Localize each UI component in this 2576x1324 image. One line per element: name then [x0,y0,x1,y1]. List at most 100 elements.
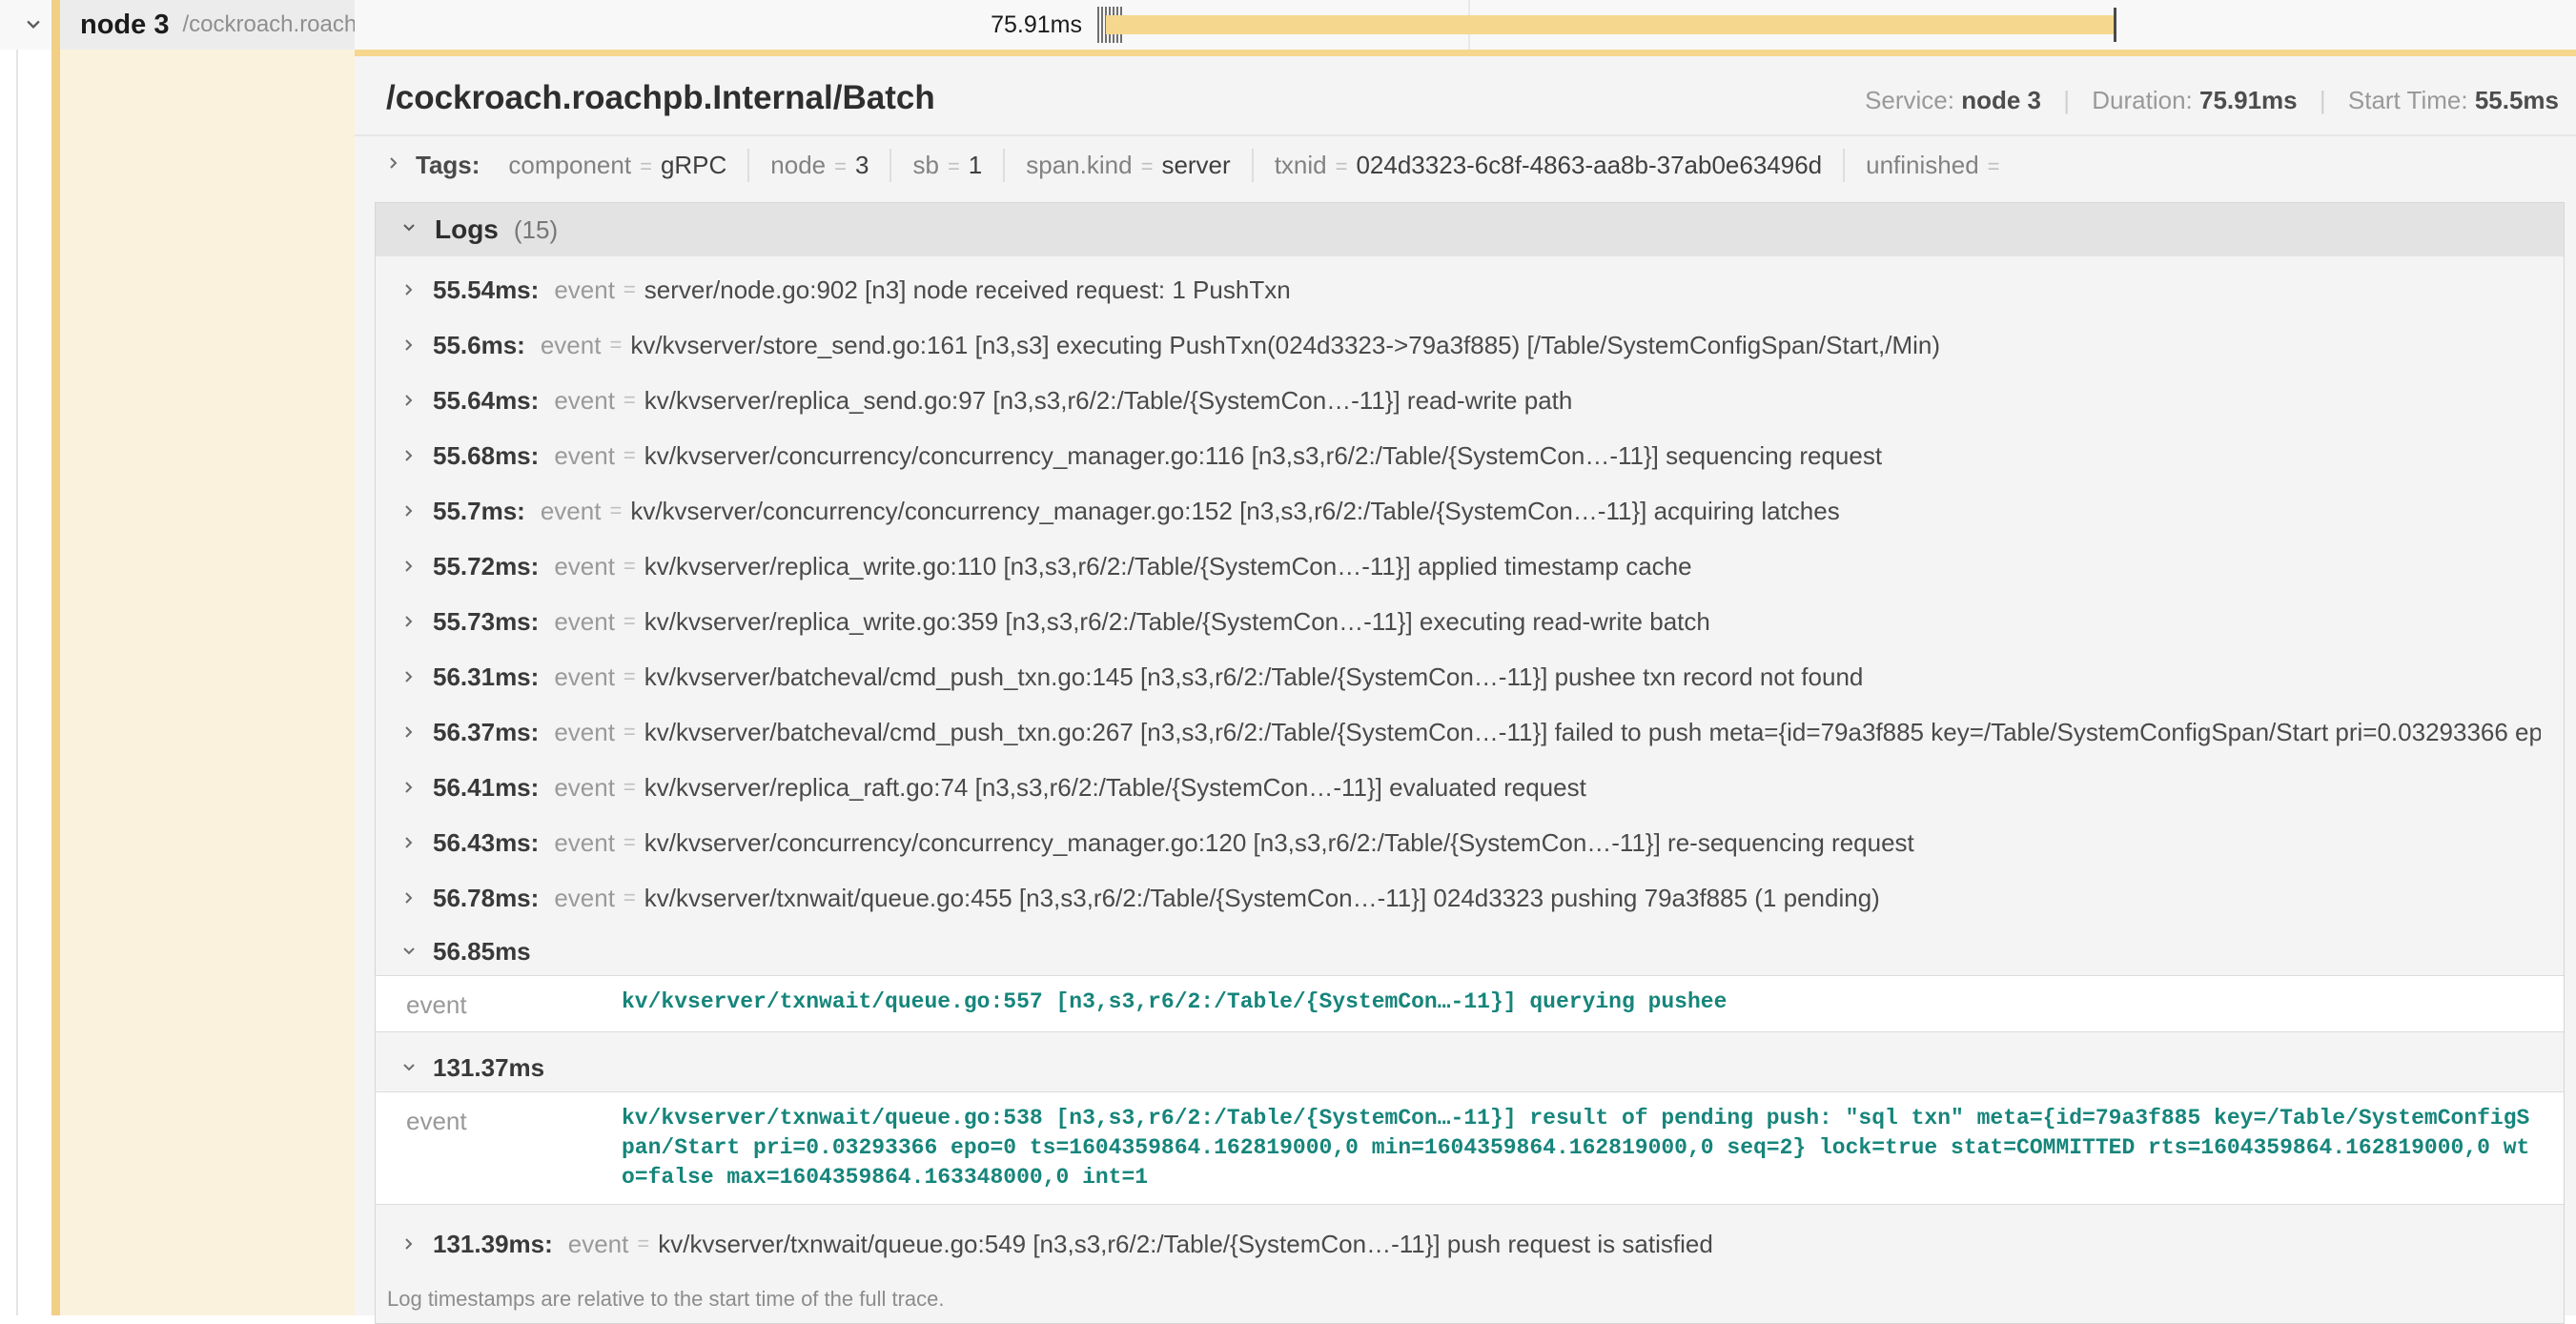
tag-key: txnid [1275,151,1327,179]
log-entry-expanded-header[interactable]: 131.37ms [376,1044,2564,1091]
log-entry-row[interactable]: 56.43ms:event=kv/kvserver/concurrency/co… [376,815,2564,870]
log-field-key: event [554,773,615,803]
log-timestamp: 56.85ms [433,937,531,967]
log-field-key: event [554,828,615,858]
chevron-down-icon[interactable] [399,217,419,243]
log-entry-row[interactable]: 56.37ms:event=kv/kvserver/batcheval/cmd_… [376,704,2564,760]
chevron-right-icon[interactable] [399,279,419,300]
log-entry-row[interactable]: 55.68ms:event=kv/kvserver/concurrency/co… [376,428,2564,483]
span-color-stripe [51,0,60,1315]
tag-key: node [770,151,826,179]
log-entries-list: 55.54ms:event=server/node.go:902 [n3] no… [376,256,2564,1272]
span-operation-name: /cockroach.roach… [182,11,355,38]
log-entry-row[interactable]: 131.39ms:event=kv/kvserver/txnwait/queue… [376,1216,2564,1272]
log-timestamp: 55.73ms: [433,607,539,637]
equals-sign: = [609,333,622,357]
chevron-right-icon[interactable] [383,151,404,180]
log-entry-row[interactable]: 55.54ms:event=server/node.go:902 [n3] no… [376,262,2564,317]
span-service-name: node 3 [80,10,169,41]
tag-key: sb [912,151,938,179]
log-timestamp: 55.68ms: [433,441,539,471]
log-entry-row[interactable]: 56.31ms:event=kv/kvserver/batcheval/cmd_… [376,649,2564,704]
chevron-right-icon[interactable] [399,556,419,577]
span-duration-label: 75.91ms [887,0,1082,50]
start-time-value: 55.5ms [2475,86,2559,114]
tag-item: component=gRPC [487,149,747,182]
log-entry-detail-panel: eventkv/kvserver/txnwait/queue.go:538 [n… [376,1091,2564,1205]
chevron-right-icon[interactable] [399,777,419,798]
equals-sign: = [948,154,960,178]
equals-sign: = [834,154,847,178]
chevron-right-icon[interactable] [399,445,419,466]
duration-label: Duration: [2092,86,2193,114]
log-field-key: event [554,275,615,305]
log-timestamp: 131.39ms: [433,1230,553,1259]
log-field-value: kv/kvserver/replica_write.go:110 [n3,s3,… [644,552,1692,581]
log-entry-row[interactable]: 55.7ms:event=kv/kvserver/concurrency/con… [376,483,2564,539]
chevron-down-icon[interactable] [399,941,419,962]
chevron-right-icon[interactable] [399,1233,419,1254]
chevron-down-icon[interactable] [21,12,46,42]
chevron-right-icon[interactable] [399,722,419,743]
tag-key: component [508,151,631,179]
log-field-value: server/node.go:902 [n3] node received re… [644,275,1291,305]
chevron-right-icon[interactable] [399,335,419,356]
equals-sign: = [624,443,636,468]
start-time-label: Start Time: [2348,86,2468,114]
span-row[interactable]: node 3 /cockroach.roach… 75.91ms [0,0,2576,50]
chevron-right-icon[interactable] [399,500,419,521]
log-timestamp: 131.37ms [433,1053,544,1083]
equals-sign: = [624,775,636,800]
equals-sign: = [1141,154,1154,178]
log-entry-row[interactable]: 55.72ms:event=kv/kvserver/replica_write.… [376,539,2564,594]
log-entry-row[interactable]: 56.41ms:event=kv/kvserver/replica_raft.g… [376,760,2564,815]
tags-list: component=gRPCnode=3sb=1span.kind=server… [487,149,2029,182]
logs-header[interactable]: Logs (15) [376,203,2564,256]
log-entry-detail-panel: eventkv/kvserver/txnwait/queue.go:557 [n… [376,975,2564,1032]
service-label: Service: [1865,86,1954,114]
log-field-value: kv/kvserver/concurrency/concurrency_mana… [630,497,1839,526]
log-field-value: kv/kvserver/txnwait/queue.go:455 [n3,s3,… [644,884,1880,913]
span-end-marker [2114,8,2116,42]
log-field-key: event [541,331,602,360]
tag-value: 1 [969,151,982,179]
tag-value: 024d3323-6c8f-4863-aa8b-37ab0e63496d [1356,151,1822,179]
equals-sign: = [1336,154,1348,178]
chevron-right-icon[interactable] [399,666,419,687]
log-entry-row[interactable]: 55.64ms:event=kv/kvserver/replica_send.g… [376,373,2564,428]
log-field-key: event [541,497,602,526]
tags-section[interactable]: Tags: component=gRPCnode=3sb=1span.kind=… [355,136,2576,194]
log-entry-row[interactable]: 55.73ms:event=kv/kvserver/replica_write.… [376,594,2564,649]
log-timestamp: 55.64ms: [433,386,539,416]
chevron-right-icon[interactable] [399,887,419,908]
span-duration-bar[interactable] [1106,15,2115,34]
log-timestamp: 56.43ms: [433,828,539,858]
equals-sign: = [624,830,636,855]
tags-label: Tags: [416,151,480,180]
chevron-down-icon[interactable] [399,1057,419,1078]
trace-view-left-divider [16,0,18,1315]
log-entry-row[interactable]: 55.6ms:event=kv/kvserver/store_send.go:1… [376,317,2564,373]
log-field-key: event [406,1104,622,1192]
equals-sign: = [624,388,636,413]
log-entry-row[interactable]: 56.78ms:event=kv/kvserver/txnwait/queue.… [376,870,2564,926]
chevron-right-icon[interactable] [399,611,419,632]
chevron-right-icon[interactable] [399,832,419,853]
duration-value: 75.91ms [2199,86,2298,114]
log-timestamp: 56.78ms: [433,884,539,913]
log-field-key: event [554,718,615,747]
equals-sign: = [624,609,636,634]
log-field-value: kv/kvserver/batcheval/cmd_push_txn.go:14… [644,662,1864,692]
tag-value: gRPC [661,151,726,179]
log-timestamp: 56.41ms: [433,773,539,803]
log-entry-expanded-header[interactable]: 56.85ms [376,927,2564,975]
log-field-key: event [554,662,615,692]
equals-sign: = [609,499,622,523]
chevron-right-icon[interactable] [399,390,419,411]
equals-sign: = [637,1232,649,1256]
span-name-cell[interactable]: node 3 /cockroach.roach… [51,0,355,50]
selected-span-highlight-column [51,50,355,1315]
log-field-value: kv/kvserver/store_send.go:161 [n3,s3] ex… [630,331,1940,360]
log-field-value: kv/kvserver/replica_send.go:97 [n3,s3,r6… [644,386,1573,416]
equals-sign: = [624,664,636,689]
